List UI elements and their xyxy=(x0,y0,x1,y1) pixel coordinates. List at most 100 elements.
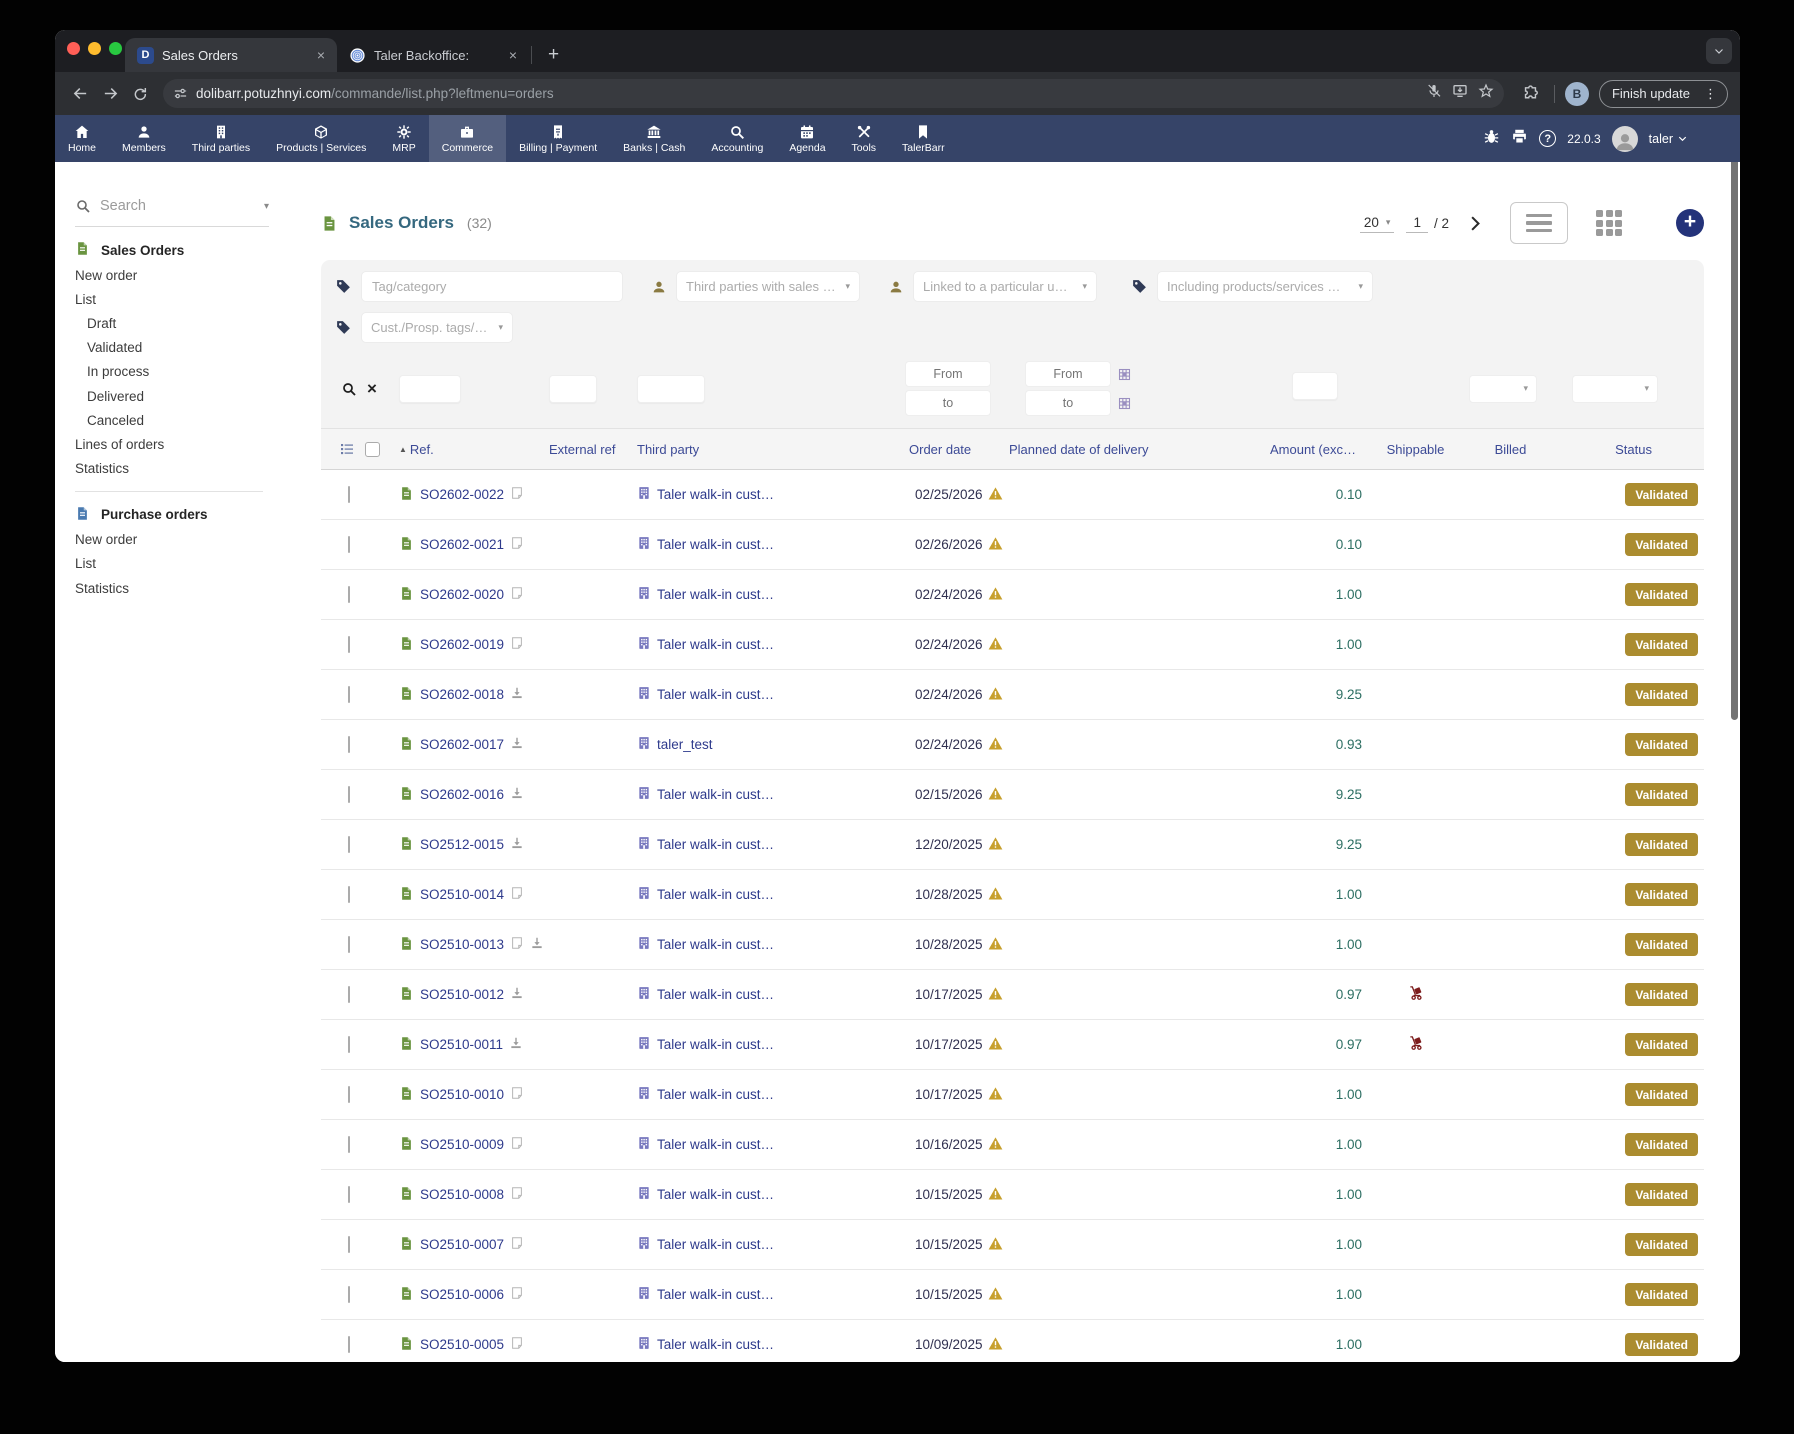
ref-link[interactable]: SO2510-0005 xyxy=(399,1336,537,1354)
top-menu-talerbarr[interactable]: TalerBarr xyxy=(889,115,958,162)
amount-value[interactable]: 1.00 xyxy=(1336,637,1362,652)
sidebar-search-input[interactable] xyxy=(100,198,230,214)
note-icon[interactable] xyxy=(510,586,524,603)
tag-category-filter-input[interactable] xyxy=(361,271,623,302)
sidebar-item-in-process[interactable]: In process xyxy=(55,360,283,384)
sidebar-section-sales-orders[interactable]: Sales Orders xyxy=(55,227,283,263)
user-menu[interactable]: taler xyxy=(1649,132,1688,146)
tab-inactive[interactable]: Taler Backoffice:× xyxy=(337,38,529,72)
ref-link[interactable]: SO2510-0008 xyxy=(399,1186,537,1204)
third-party-link[interactable]: Taler walk-in cust… xyxy=(637,1286,885,1303)
download-icon[interactable] xyxy=(510,986,524,1003)
row-checkbox[interactable] xyxy=(348,936,350,953)
note-icon[interactable] xyxy=(510,536,524,553)
third-party-link[interactable]: Taler walk-in cust… xyxy=(637,1336,885,1353)
chevron-down-icon[interactable]: ▾ xyxy=(264,201,269,212)
third-party-link[interactable]: taler_test xyxy=(637,736,885,753)
amount-value[interactable]: 1.00 xyxy=(1336,1287,1362,1302)
top-menu-products-services[interactable]: Products | Services xyxy=(263,115,379,162)
ref-filter-input[interactable] xyxy=(399,375,461,403)
third-party-filter-input[interactable] xyxy=(637,375,705,403)
ref-link[interactable]: SO2512-0015 xyxy=(399,836,537,854)
row-checkbox[interactable] xyxy=(348,1336,350,1353)
minimize-window-button[interactable] xyxy=(88,42,101,55)
header-external-ref[interactable]: External ref xyxy=(543,429,631,470)
download-icon[interactable] xyxy=(510,786,524,803)
kanban-view-button[interactable] xyxy=(1596,210,1622,236)
row-checkbox[interactable] xyxy=(348,586,350,603)
amount-value[interactable]: 1.00 xyxy=(1336,1087,1362,1102)
external-ref-filter-input[interactable] xyxy=(549,375,597,403)
list-view-button[interactable] xyxy=(1510,202,1568,244)
order-date-to-input[interactable] xyxy=(905,390,991,416)
menu-kebab-icon[interactable]: ⋮ xyxy=(1698,86,1723,102)
planned-date-to-input[interactable] xyxy=(1025,390,1111,416)
top-menu-banks-cash[interactable]: Banks | Cash xyxy=(610,115,698,162)
tab-search-button[interactable] xyxy=(1706,38,1732,64)
back-button[interactable] xyxy=(67,81,93,107)
row-checkbox[interactable] xyxy=(348,486,350,503)
third-party-link[interactable]: Taler walk-in cust… xyxy=(637,986,885,1003)
sidebar-item-statistics[interactable]: Statistics xyxy=(55,457,283,481)
sidebar-item-canceled[interactable]: Canceled xyxy=(55,408,283,432)
row-checkbox[interactable] xyxy=(348,836,350,853)
billed-filter-select[interactable]: ▾ xyxy=(1469,375,1537,403)
ref-link[interactable]: SO2602-0016 xyxy=(399,786,537,804)
sidebar-item-list[interactable]: List xyxy=(55,287,283,311)
close-window-button[interactable] xyxy=(67,42,80,55)
ref-link[interactable]: SO2602-0021 xyxy=(399,536,537,554)
ref-link[interactable]: SO2602-0019 xyxy=(399,636,537,654)
ref-link[interactable]: SO2510-0010 xyxy=(399,1086,537,1104)
third-party-link[interactable]: Taler walk-in cust… xyxy=(637,1036,885,1053)
amount-value[interactable]: 1.00 xyxy=(1336,1237,1362,1252)
row-checkbox[interactable] xyxy=(348,786,350,803)
amount-value[interactable]: 1.00 xyxy=(1336,937,1362,952)
help-icon[interactable]: ? xyxy=(1539,130,1556,147)
amount-value[interactable]: 0.10 xyxy=(1336,537,1362,552)
row-checkbox[interactable] xyxy=(348,686,350,703)
amount-value[interactable]: 9.25 xyxy=(1336,687,1362,702)
note-icon[interactable] xyxy=(510,1286,524,1303)
amount-value[interactable]: 0.93 xyxy=(1336,737,1362,752)
row-checkbox[interactable] xyxy=(348,1286,350,1303)
sidebar-item-delivered[interactable]: Delivered xyxy=(55,384,283,408)
top-menu-third-parties[interactable]: Third parties xyxy=(179,115,263,162)
note-icon[interactable] xyxy=(510,1086,524,1103)
sidebar-item-new-order[interactable]: New order xyxy=(55,528,283,552)
header-planned-date[interactable]: Planned date of delivery xyxy=(1003,429,1218,470)
ref-link[interactable]: SO2510-0014 xyxy=(399,886,537,904)
third-party-link[interactable]: Taler walk-in cust… xyxy=(637,786,885,803)
top-menu-billing-payment[interactable]: Billing | Payment xyxy=(506,115,610,162)
select-fields-icon[interactable] xyxy=(339,441,355,457)
top-menu-tools[interactable]: Tools xyxy=(839,115,890,162)
header-shippable[interactable]: Shippable xyxy=(1368,429,1463,470)
ref-link[interactable]: SO2510-0009 xyxy=(399,1136,537,1154)
row-checkbox[interactable] xyxy=(348,1086,350,1103)
download-icon[interactable] xyxy=(509,1036,523,1053)
amount-value[interactable]: 9.25 xyxy=(1336,787,1362,802)
header-amount[interactable]: Amount (exc… xyxy=(1218,429,1368,470)
select-all-checkbox[interactable] xyxy=(365,442,380,457)
header-billed[interactable]: Billed xyxy=(1463,429,1558,470)
status-filter-select[interactable]: ▾ xyxy=(1572,375,1658,403)
third-party-salesrep-filter[interactable]: Third parties with sales rep…▾ xyxy=(676,271,860,302)
top-menu-members[interactable]: Members xyxy=(109,115,179,162)
top-menu-commerce[interactable]: Commerce xyxy=(429,115,506,162)
note-icon[interactable] xyxy=(510,1186,524,1203)
row-checkbox[interactable] xyxy=(348,986,350,1003)
bookmark-star-icon[interactable] xyxy=(1478,83,1494,104)
header-ref[interactable]: ▲Ref. xyxy=(393,429,543,470)
ref-link[interactable]: SO2510-0011 xyxy=(399,1036,537,1054)
third-party-link[interactable]: Taler walk-in cust… xyxy=(637,936,885,953)
close-tab-icon[interactable]: × xyxy=(507,47,519,63)
debug-bug-icon[interactable] xyxy=(1483,128,1500,150)
close-tab-icon[interactable]: × xyxy=(315,47,327,63)
new-tab-button[interactable]: + xyxy=(540,44,567,66)
note-icon[interactable] xyxy=(510,1236,524,1253)
third-party-link[interactable]: Taler walk-in cust… xyxy=(637,1236,885,1253)
download-icon[interactable] xyxy=(510,686,524,703)
third-party-link[interactable]: Taler walk-in cust… xyxy=(637,586,885,603)
top-menu-accounting[interactable]: Accounting xyxy=(698,115,776,162)
ref-link[interactable]: SO2602-0018 xyxy=(399,686,537,704)
including-products-filter[interactable]: Including products/services with…▾ xyxy=(1157,271,1373,302)
